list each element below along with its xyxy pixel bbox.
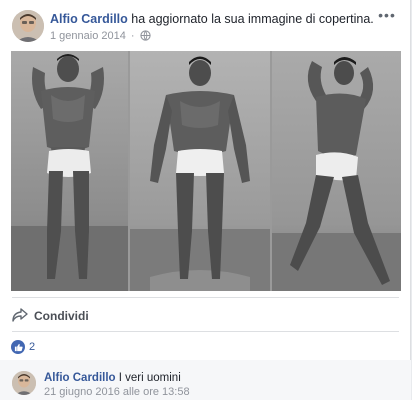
post-title-line: Alfio Cardillo ha aggiornato la sua imma… [50, 11, 374, 27]
post-meta: 1 gennaio 2014 · [50, 29, 151, 45]
share-button[interactable]: Condividi [12, 306, 89, 326]
photo-panel-left [11, 51, 128, 291]
more-options-icon[interactable]: ••• [378, 8, 396, 24]
share-label: Condividi [34, 309, 89, 323]
post-action-text: ha aggiornato la sua immagine di coperti… [131, 12, 374, 26]
comment-timestamp[interactable]: 21 giugno 2016 alle ore 13:58 [44, 385, 190, 399]
author-avatar[interactable] [12, 10, 44, 42]
photo-panel-right [272, 51, 401, 291]
comment-text: I veri uomini [118, 372, 181, 384]
post-card: Alfio Cardillo ha aggiornato la sua imma… [0, 0, 411, 400]
author-name-link[interactable]: Alfio Cardillo [50, 12, 128, 26]
comment-item: Alfio Cardillo I veri uomini 21 giugno 2… [12, 368, 402, 400]
cover-photo[interactable] [11, 51, 401, 291]
reactions-summary[interactable]: 2 [11, 340, 35, 354]
divider-top [12, 297, 399, 298]
comment-line: Alfio Cardillo I veri uomini [44, 370, 181, 386]
post-date-link[interactable]: 1 gennaio 2014 [50, 30, 126, 42]
globe-icon[interactable] [140, 30, 151, 45]
photo-panel-center [130, 51, 270, 291]
like-thumb-icon [11, 340, 25, 354]
share-arrow-icon [12, 307, 28, 325]
divider-bottom [12, 331, 399, 332]
commenter-avatar[interactable] [12, 371, 36, 395]
like-count[interactable]: 2 [29, 341, 35, 353]
post-header: Alfio Cardillo ha aggiornato la sua imma… [12, 8, 402, 46]
meta-separator: · [130, 30, 135, 42]
comments-section: Alfio Cardillo I veri uomini 21 giugno 2… [0, 360, 411, 400]
commenter-name-link[interactable]: Alfio Cardillo [44, 372, 116, 384]
